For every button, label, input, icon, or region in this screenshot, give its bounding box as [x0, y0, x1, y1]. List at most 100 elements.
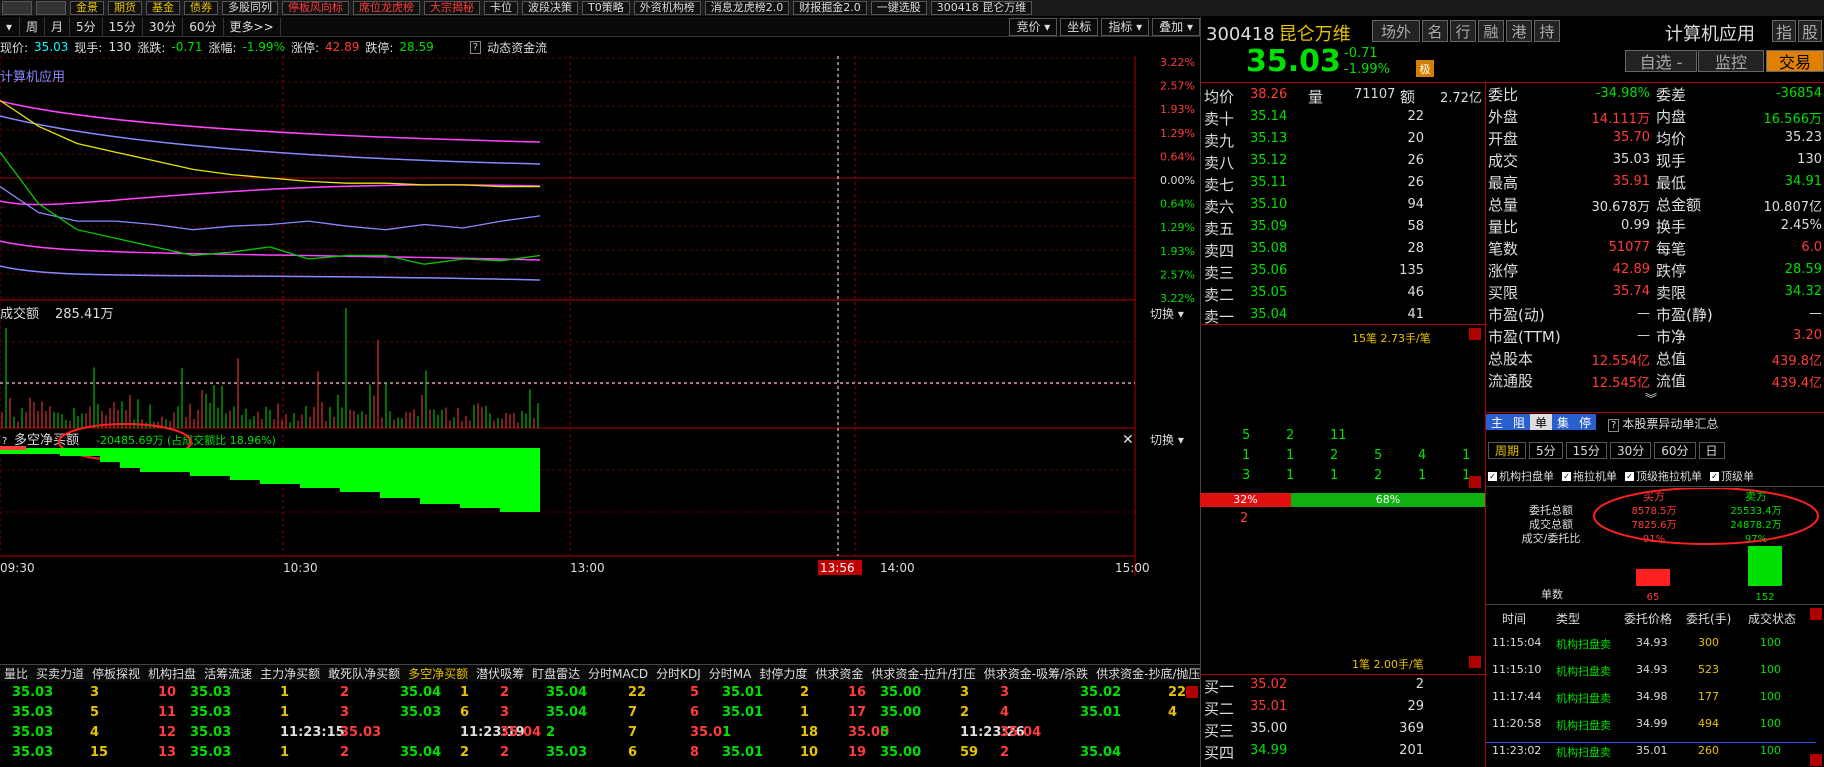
scroll-down-icon[interactable]	[1810, 754, 1822, 766]
bid-price[interactable]: 35.02	[1250, 677, 1287, 692]
chart-option-button[interactable]: 指标 ▾	[1101, 17, 1150, 36]
intraday-chart[interactable]: 3.22% 2.57% 1.93% 1.29% 0.64% 0.00% 0.64% 1.29%…	[0, 56, 1200, 664]
topbar-item[interactable]: 基金	[146, 1, 180, 15]
fund-tab[interactable]: 集	[1552, 414, 1575, 430]
ask-price[interactable]: 35.09	[1250, 219, 1287, 234]
indicator-tab[interactable]: 多空净买额	[404, 665, 472, 682]
topbar-item[interactable]: 席位龙虎榜	[353, 1, 420, 15]
period-tab[interactable]: 周	[20, 17, 46, 36]
ask-price[interactable]: 35.11	[1250, 175, 1287, 190]
topbar-item[interactable]: 波段决策	[522, 1, 578, 15]
chart-option-button[interactable]: 竞价 ▾	[1009, 17, 1058, 36]
scroll-down-icon[interactable]	[1469, 656, 1481, 668]
indicator-tab[interactable]: 供求资金-拉升/打压	[867, 665, 979, 682]
fund-check[interactable]: ✓ 顶级单	[1710, 468, 1754, 484]
checkbox-icon[interactable]: ✓	[1488, 471, 1497, 481]
indicator-tab[interactable]: 盯盘雷达	[528, 665, 584, 682]
indicator-tab[interactable]: 量比	[0, 665, 32, 682]
indicator-tab[interactable]: 分时MA	[705, 665, 756, 682]
sector-name[interactable]: 计算机应用	[1665, 20, 1755, 46]
fund-tab[interactable]: 单	[1530, 414, 1553, 430]
stock-tag[interactable]: 场外	[1372, 20, 1420, 42]
indicator-tab[interactable]: 机构扫盘	[144, 665, 200, 682]
ask-price[interactable]: 35.10	[1250, 197, 1287, 212]
ask-price[interactable]: 35.14	[1250, 109, 1287, 124]
indicator-tab[interactable]: 敢死队净买额	[324, 665, 404, 682]
period-tab[interactable]: 5分	[70, 17, 103, 36]
chart-option-button[interactable]: 坐标	[1060, 17, 1099, 36]
fund-period[interactable]: 60分	[1654, 442, 1696, 459]
topbar-item[interactable]: 一键选股	[870, 1, 927, 15]
question-icon[interactable]: ?	[1608, 419, 1620, 432]
ask-price[interactable]: 35.05	[1250, 285, 1287, 300]
menu-icon[interactable]	[36, 1, 66, 15]
fund-tab[interactable]: 主	[1486, 414, 1509, 430]
stock-tag[interactable]: 行	[1450, 20, 1476, 42]
topbar-item[interactable]: 停板风向标	[282, 1, 349, 15]
trade-button[interactable]: 交易	[1766, 50, 1824, 72]
topbar-item[interactable]: 多股同列	[222, 1, 278, 15]
indicator-tab[interactable]: 潜伏吸筹	[472, 665, 528, 682]
period-tab[interactable]: 15分	[103, 17, 143, 36]
checkbox-icon[interactable]: ✓	[1562, 471, 1571, 481]
stock-tag[interactable]: 融	[1478, 20, 1504, 42]
checkbox-icon[interactable]: ✓	[1625, 471, 1634, 481]
indicator-tab[interactable]: 分时MACD	[584, 665, 652, 682]
indicator-tab[interactable]: 停板探视	[88, 665, 144, 682]
menu-icon[interactable]	[2, 1, 32, 15]
fund-period[interactable]: 15分	[1565, 442, 1607, 459]
indicator-tab[interactable]: 供求资金	[811, 665, 867, 682]
indicator-tab[interactable]: 活筹流速	[200, 665, 256, 682]
indicator-tab[interactable]: 供求资金-抄底/抛压	[1092, 665, 1204, 682]
ask-price[interactable]: 35.12	[1250, 153, 1287, 168]
bid-price[interactable]: 35.00	[1250, 721, 1287, 736]
topbar-item[interactable]: T0策略	[582, 1, 630, 15]
fund-period[interactable]: 日	[1698, 442, 1725, 459]
scroll-up-icon[interactable]	[1810, 608, 1822, 620]
bid-price[interactable]: 35.01	[1250, 699, 1287, 714]
sector-stock-tag[interactable]: 股	[1798, 20, 1822, 42]
bid-price[interactable]: 34.99	[1250, 743, 1287, 758]
indicator-tab[interactable]: 供求资金-吸筹/杀跌	[980, 665, 1092, 682]
ask-price[interactable]: 35.04	[1250, 307, 1287, 322]
checkbox-icon[interactable]: ✓	[1710, 471, 1719, 481]
scroll-up-icon[interactable]	[1186, 686, 1198, 698]
stock-tag[interactable]: 持	[1534, 20, 1560, 42]
period-tab[interactable]: 更多>>	[224, 17, 281, 36]
scroll-down-icon[interactable]	[1469, 476, 1481, 488]
ask-price[interactable]: 35.06	[1250, 263, 1287, 278]
fund-period[interactable]: 30分	[1609, 442, 1652, 459]
indicator-tab[interactable]: 分时KDJ	[652, 665, 705, 682]
ask-price[interactable]: 35.13	[1250, 131, 1287, 146]
fund-check[interactable]: ✓ 机构扫盘单	[1488, 468, 1554, 484]
topbar-item[interactable]: 大宗揭秘	[424, 1, 480, 15]
topbar-item[interactable]: 金景	[70, 1, 104, 15]
topbar-item[interactable]: 债券	[184, 1, 218, 15]
period-tab[interactable]: 月	[45, 17, 71, 36]
fund-check[interactable]: ✓ 顶级拖拉机单	[1625, 468, 1702, 484]
period-tab[interactable]: 60分	[183, 17, 224, 36]
ask-price[interactable]: 35.08	[1250, 241, 1287, 256]
indicator-tab[interactable]: 主力净买额	[256, 665, 324, 682]
topbar-item[interactable]: 卡位	[484, 1, 518, 15]
add-watchlist-button[interactable]: 自选 -	[1625, 50, 1697, 72]
monitor-button[interactable]: 监控	[1698, 50, 1764, 72]
dynamic-flow-label[interactable]: 动态资金流	[487, 39, 547, 56]
topbar-item[interactable]: 300418 昆仑万维	[930, 1, 1033, 15]
stock-tag[interactable]: 名	[1422, 20, 1448, 42]
topbar-item[interactable]: 外资机构榜	[633, 1, 701, 15]
topbar-item[interactable]: 消息龙虎榜2.0	[704, 1, 790, 15]
indicator-tab[interactable]: 封停力度	[755, 665, 811, 682]
sector-index-tag[interactable]: 指	[1772, 20, 1796, 42]
fund-tab[interactable]: 阻	[1508, 414, 1531, 430]
fund-check[interactable]: ✓ 拖拉机单	[1562, 468, 1617, 484]
topbar-item[interactable]: 期货	[108, 1, 142, 15]
stock-tag[interactable]: 港	[1506, 20, 1532, 42]
menu-toggle[interactable]: ▾	[0, 17, 20, 36]
scroll-up-icon[interactable]	[1469, 328, 1481, 340]
fund-tab[interactable]: 停	[1574, 414, 1597, 430]
question-icon[interactable]: ?	[469, 40, 482, 54]
topbar-item[interactable]: 财报掘金2.0	[793, 1, 867, 15]
chart-option-button[interactable]: 叠加 ▾	[1152, 17, 1200, 36]
fund-period[interactable]: 5分	[1529, 442, 1563, 459]
